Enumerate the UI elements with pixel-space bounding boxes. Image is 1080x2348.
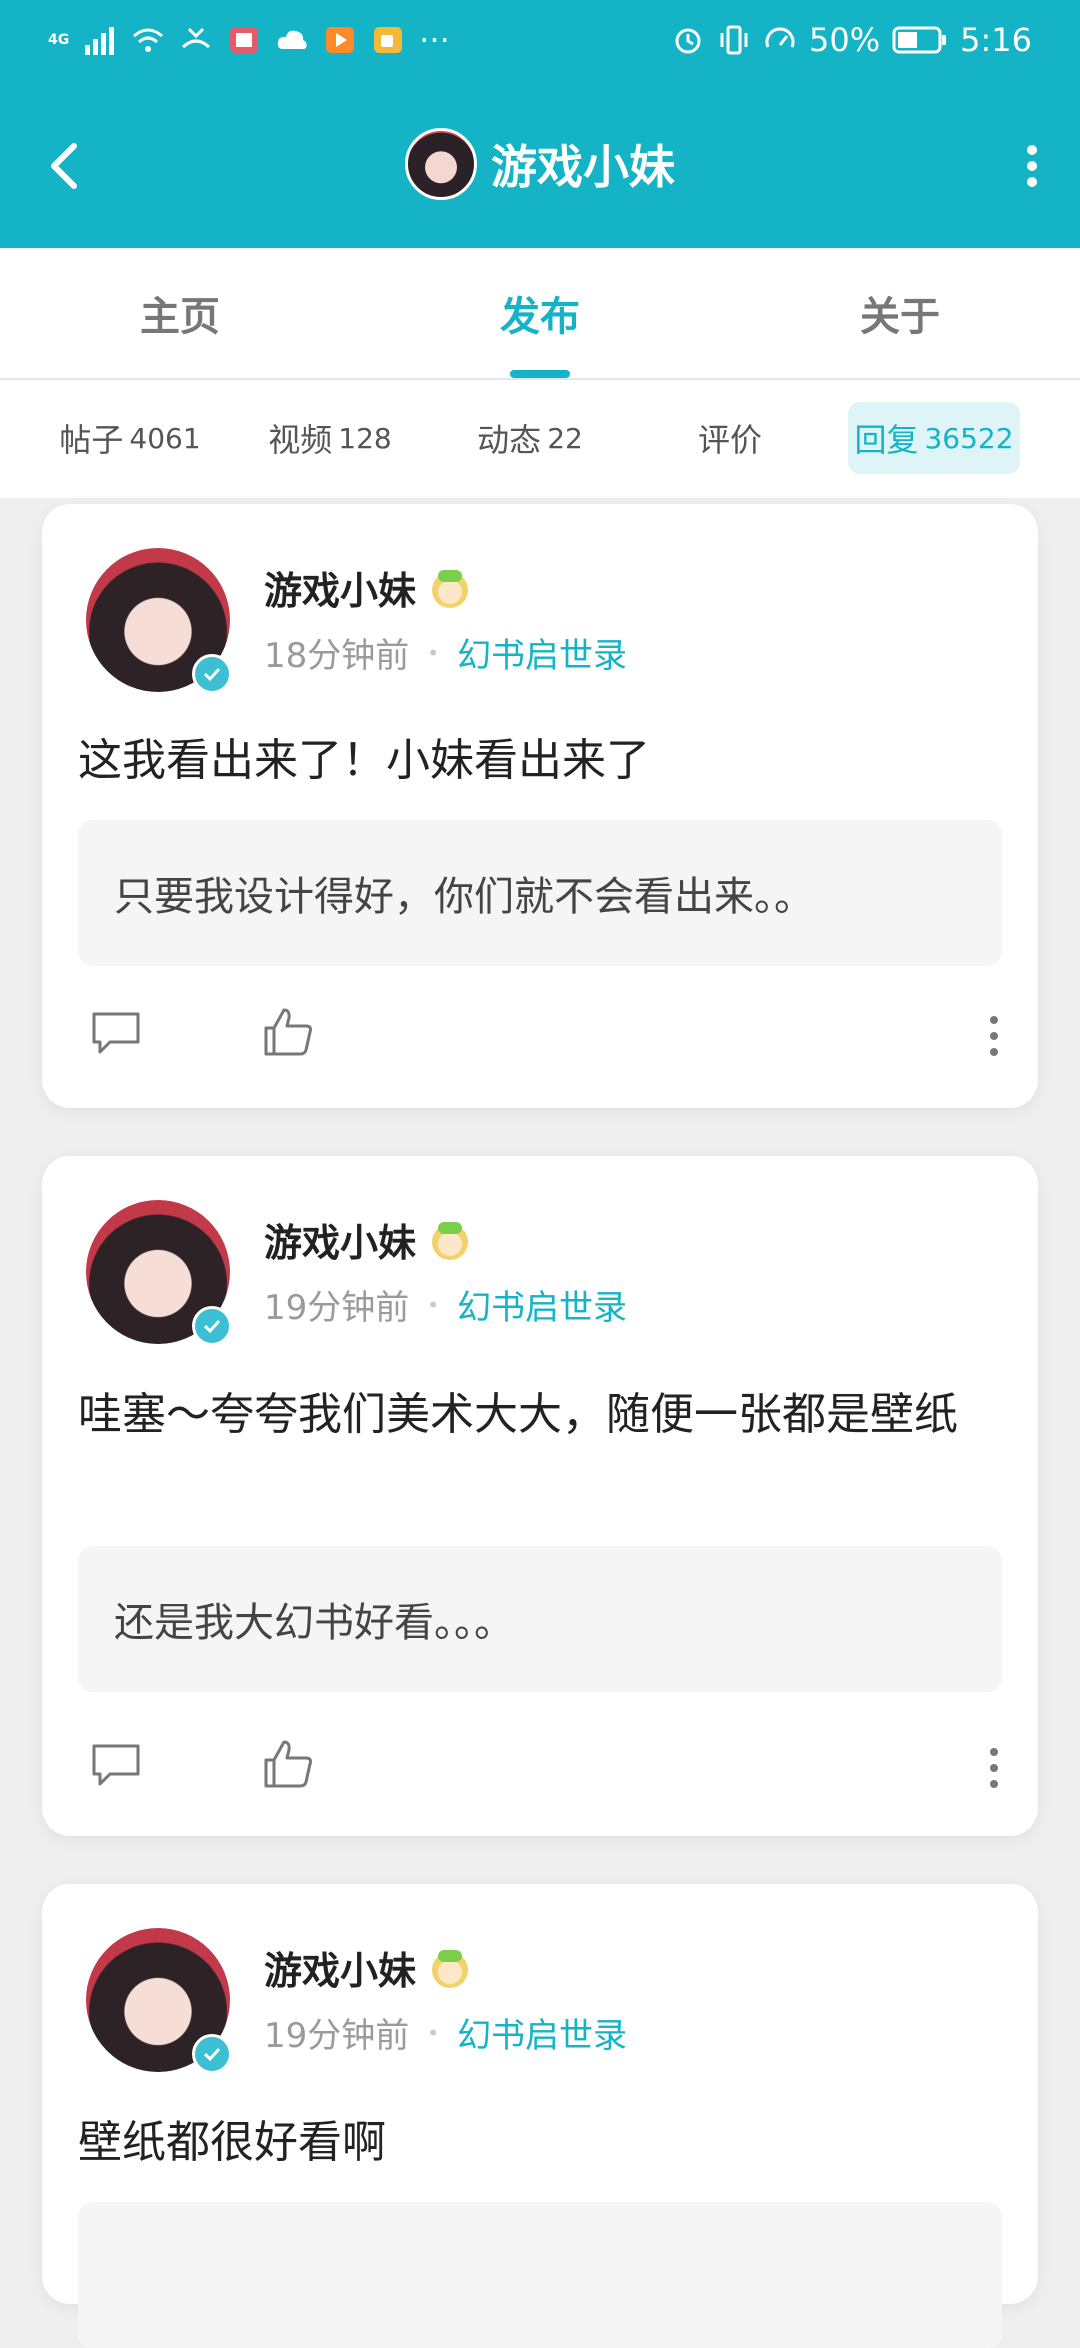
subtab-activity[interactable]: 动态 22 — [440, 402, 620, 474]
comment-icon[interactable] — [88, 1736, 144, 1792]
game-link[interactable]: 幻书启世录 — [457, 2008, 627, 2057]
subtab-label: 帖子 — [59, 421, 124, 459]
post-time: 18分钟前 — [264, 636, 410, 676]
tab-about[interactable]: 关于 — [720, 248, 1080, 378]
username-row: 游戏小妹 — [264, 1940, 474, 1995]
badge-icon — [432, 569, 469, 608]
app-header: 游戏小妹 — [0, 80, 1080, 248]
status-left: 4G ··· — [48, 18, 450, 62]
speed-icon — [765, 27, 795, 48]
reply-text: 壁纸都很好看啊 — [78, 2117, 386, 2168]
more-vertical-icon[interactable] — [986, 1744, 1002, 1792]
username-row: 游戏小妹 — [264, 560, 474, 615]
game-link[interactable]: 幻书启世录 — [457, 1280, 627, 1329]
post-meta: 19分钟前 • 幻书启世录 — [264, 1280, 627, 1329]
quoted-text[interactable] — [78, 2202, 1002, 2348]
wifi-icon — [133, 28, 164, 52]
username[interactable]: 游戏小妹 — [264, 1212, 416, 1267]
badge-icon — [432, 1221, 469, 1260]
main-tabs: 主页 发布 关于 — [0, 248, 1080, 380]
status-more: ··· — [419, 21, 450, 59]
verified-icon — [192, 654, 232, 694]
more-vertical-icon[interactable] — [986, 1012, 1002, 1060]
subtab-label: 视频 — [268, 421, 333, 459]
badge-icon — [432, 1949, 469, 1988]
subtab-replies[interactable]: 回复 36522 — [848, 402, 1020, 474]
subtab-label: 回复 — [854, 421, 919, 459]
quoted-text[interactable]: 只要我设计得好，你们就不会看出来。。 — [78, 820, 1002, 966]
subtab-posts[interactable]: 帖子 4061 — [40, 402, 220, 474]
cloud-alert-icon — [278, 30, 307, 49]
reply-text: 哇塞～夸夸我们美术大大，随便一张都是壁纸 — [78, 1389, 958, 1440]
tab-home[interactable]: 主页 — [0, 248, 360, 378]
post-meta: 19分钟前 • 幻书启世录 — [264, 2008, 627, 2057]
battery-percent: 50% — [809, 21, 881, 59]
subtab-count: 22 — [547, 421, 583, 455]
subtab-label: 评价 — [697, 421, 762, 459]
reply-card[interactable]: 游戏小妹 19分钟前 • 幻书启世录 壁纸都很好看啊 — [42, 1884, 1038, 2348]
alarm-icon — [675, 28, 701, 54]
username[interactable]: 游戏小妹 — [264, 560, 416, 615]
reply-card[interactable]: 游戏小妹 19分钟前 • 幻书启世录 哇塞～夸夸我们美术大大，随便一张都是壁纸 … — [42, 1156, 1038, 1836]
signal-icon — [85, 27, 115, 55]
thumbs-up-icon[interactable] — [260, 1004, 316, 1060]
username[interactable]: 游戏小妹 — [264, 1940, 416, 1995]
clock: 5:16 — [960, 21, 1032, 59]
subtab-count: 36522 — [924, 421, 1014, 455]
sub-tabs: 帖子 4061 视频 128 动态 22 评价 回复 36522 — [0, 380, 1080, 498]
book-app-icon — [230, 27, 259, 53]
tab-about-label: 关于 — [860, 294, 940, 340]
header-title-group: 游戏小妹 — [0, 128, 1080, 200]
post-meta: 18分钟前 • 幻书启世录 — [264, 628, 627, 677]
post-time: 19分钟前 — [264, 1288, 410, 1328]
status-bar: 4G ··· 50% 5:16 — [0, 0, 1080, 80]
thumbs-up-icon[interactable] — [260, 1736, 316, 1792]
video-app-icon — [326, 27, 355, 53]
subtab-videos[interactable]: 视频 128 — [240, 402, 420, 474]
tab-publish[interactable]: 发布 — [360, 248, 720, 378]
active-tab-indicator — [510, 370, 570, 378]
meta-separator: • — [427, 640, 440, 665]
tab-home-label: 主页 — [140, 294, 220, 340]
verified-icon — [192, 2034, 232, 2074]
more-vertical-icon[interactable] — [1010, 134, 1054, 198]
game-link[interactable]: 幻书启世录 — [457, 628, 627, 677]
post-time: 19分钟前 — [264, 2016, 410, 2056]
status-right: 50% 5:16 — [671, 18, 1032, 62]
header-avatar — [405, 128, 477, 200]
subtab-reviews[interactable]: 评价 — [640, 402, 820, 474]
comment-icon[interactable] — [88, 1004, 144, 1060]
page-title: 游戏小妹 — [491, 140, 675, 194]
verified-icon — [192, 1306, 232, 1346]
username-row: 游戏小妹 — [264, 1212, 474, 1267]
tab-publish-label: 发布 — [500, 294, 580, 340]
reply-card[interactable]: 游戏小妹 18分钟前 • 幻书启世录 这我看出来了！小妹看出来了 只要我设计得好… — [42, 504, 1038, 1108]
subtab-count: 4061 — [129, 421, 201, 455]
meta-separator: • — [427, 1292, 440, 1317]
network-type: 4G — [48, 32, 70, 48]
quoted-text[interactable]: 还是我大幻书好看。。。 — [78, 1546, 1002, 1692]
missed-call-icon — [182, 27, 211, 49]
subtab-label: 动态 — [477, 421, 542, 459]
reply-text: 这我看出来了！小妹看出来了 — [78, 735, 650, 786]
subtab-count: 128 — [338, 421, 392, 455]
meta-separator: • — [427, 2020, 440, 2045]
cup-app-icon — [374, 27, 403, 53]
vibrate-icon — [720, 25, 748, 55]
battery-icon — [892, 26, 947, 54]
